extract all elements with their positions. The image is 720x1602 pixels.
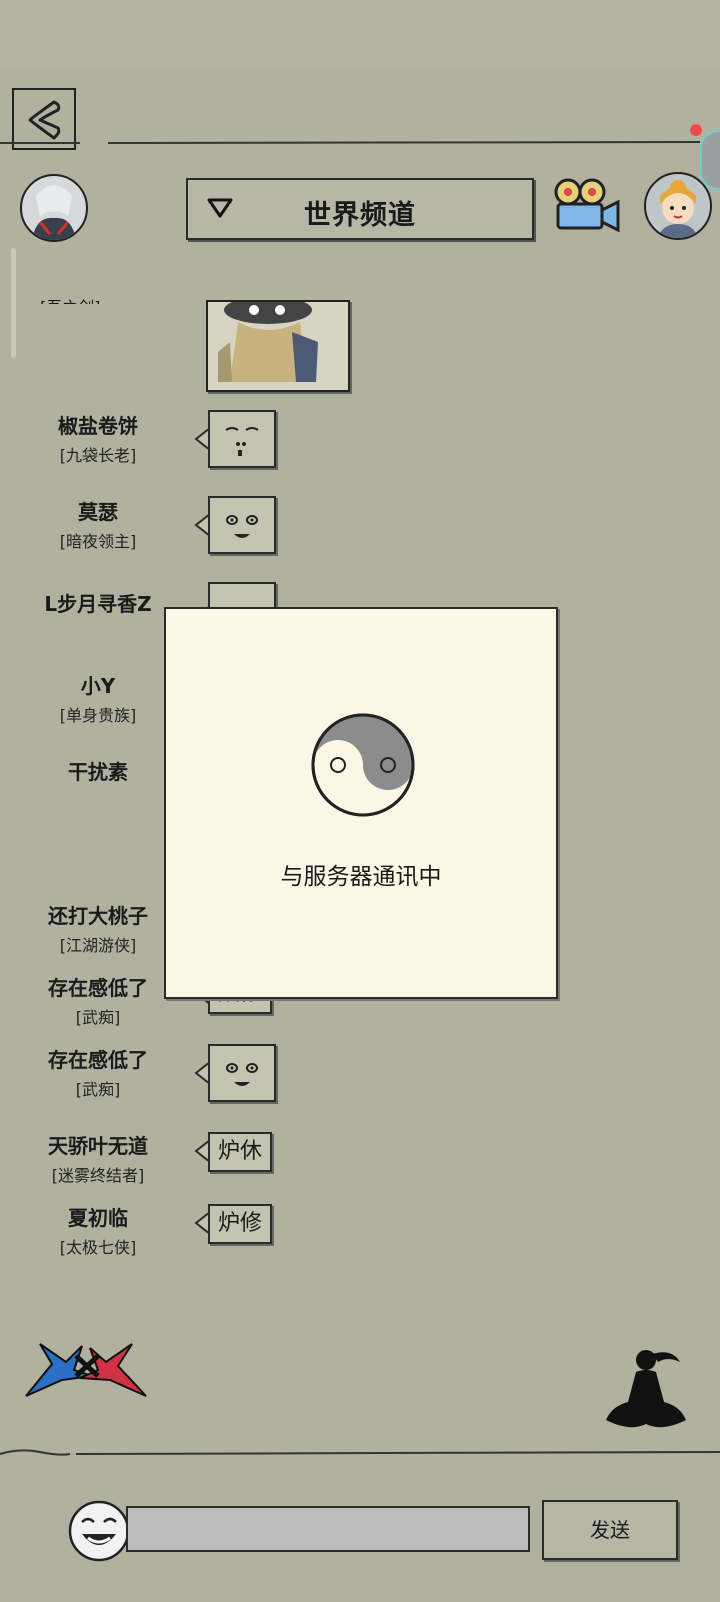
username[interactable]: 椒盐卷饼 (0, 410, 196, 439)
assistant-avatar[interactable] (644, 172, 712, 240)
versus-logo-icon[interactable] (22, 1336, 150, 1402)
user-avatar[interactable] (20, 174, 88, 242)
movie-camera-icon[interactable] (552, 176, 622, 236)
channel-selector[interactable]: 世界频道 (186, 178, 534, 240)
face-sticker-icon (226, 515, 258, 538)
user-title: [太极七侠] (59, 1238, 137, 1257)
floating-side-handle[interactable] (700, 130, 720, 190)
face-sticker-message[interactable] (208, 410, 276, 468)
loading-dialog: 与服务器通讯中 (164, 607, 558, 999)
user-title: [吾之剑] (40, 294, 140, 304)
notification-dot (690, 124, 702, 136)
user-title: [武痴] (75, 1008, 121, 1027)
image-message[interactable] (206, 300, 350, 392)
user-title: [九袋长老] (59, 446, 137, 465)
yin-yang-icon (311, 713, 415, 817)
username[interactable]: 莫瑟 (0, 496, 196, 525)
send-button[interactable]: 发送 (542, 1500, 678, 1560)
message-input[interactable] (126, 1506, 530, 1552)
footer-divider (0, 1449, 720, 1456)
user-title: [武痴] (75, 1080, 121, 1099)
header-divider (0, 141, 700, 144)
meditation-icon[interactable] (602, 1346, 690, 1432)
channel-title: 世界频道 (304, 200, 416, 231)
face-sticker-message[interactable] (208, 1044, 276, 1102)
username[interactable]: 夏初临 (0, 1202, 196, 1231)
username[interactable]: 天骄叶无道 (0, 1130, 196, 1159)
status-area (0, 0, 720, 66)
loading-message: 与服务器通讯中 (280, 864, 442, 890)
laughing-face-icon[interactable] (68, 1500, 130, 1562)
user-title: [迷雾终结者] (51, 1166, 145, 1185)
username[interactable]: 存在感低了 (0, 1044, 196, 1073)
face-sticker-message[interactable] (208, 496, 276, 554)
user-title: [暗夜领主] (59, 532, 137, 551)
face-sticker-icon (226, 1063, 258, 1086)
back-arrow-icon (28, 100, 61, 140)
face-sticker-icon (225, 427, 259, 456)
text-message[interactable]: 炉修 (208, 1204, 273, 1244)
text-message[interactable]: 炉休 (208, 1132, 273, 1172)
